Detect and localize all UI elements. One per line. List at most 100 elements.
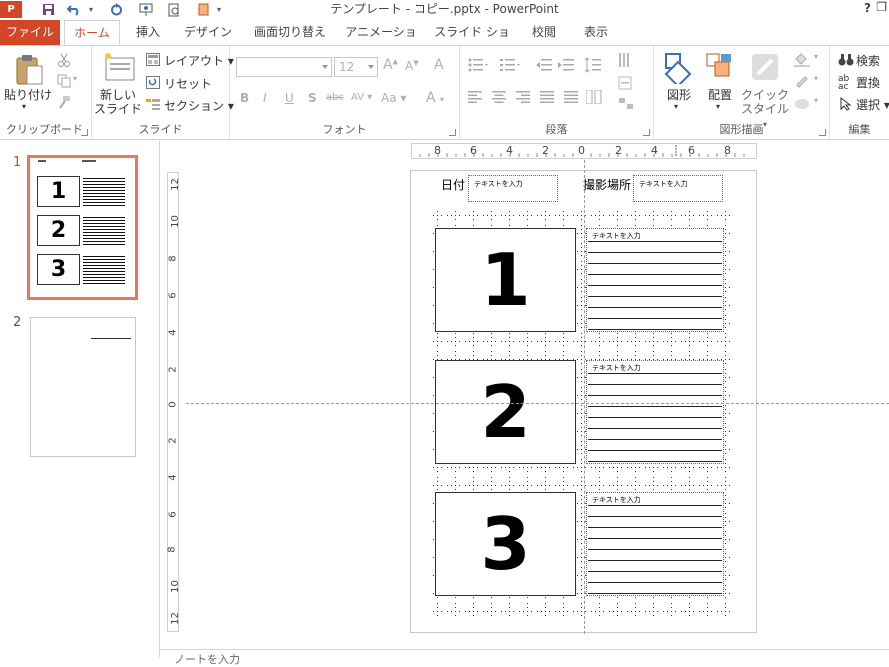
- shapes-dropdown-icon[interactable]: ▾: [674, 102, 678, 111]
- photo-box-3[interactable]: 3: [435, 492, 576, 596]
- arrange-button[interactable]: 配置: [700, 88, 740, 102]
- align-right-icon[interactable]: [516, 91, 530, 106]
- reset-button[interactable]: リセット: [164, 75, 212, 92]
- shape-effects-icon[interactable]: [794, 97, 810, 114]
- paste-dropdown-icon[interactable]: ▾: [22, 102, 26, 111]
- font-size-combo[interactable]: 12: [334, 57, 378, 77]
- font-launcher-icon[interactable]: [449, 129, 456, 136]
- paste-button[interactable]: 貼り付け: [4, 88, 52, 102]
- tab-insert[interactable]: 挿入: [130, 20, 166, 45]
- thumb-1-selection[interactable]: 1 2 3: [27, 155, 138, 300]
- find-button[interactable]: 検索: [856, 52, 880, 69]
- shadow-button[interactable]: S: [308, 91, 317, 105]
- vertical-guide[interactable]: [584, 160, 585, 634]
- shape-fill-dropdown-icon[interactable]: ▾: [814, 52, 818, 61]
- drawing-launcher-icon[interactable]: [819, 129, 826, 136]
- slide-thumbnail-pane[interactable]: 1 1 2 3 2: [0, 141, 160, 657]
- change-case-button[interactable]: Aa ▾: [381, 91, 406, 105]
- slide-thumbnail-2[interactable]: [30, 317, 136, 457]
- shape-outline-dropdown-icon[interactable]: ▾: [814, 74, 818, 83]
- tab-design[interactable]: デザイン: [180, 20, 236, 45]
- select-icon[interactable]: [840, 96, 852, 114]
- shrink-font-icon[interactable]: A▼: [405, 59, 419, 73]
- font-size-dropdown-icon[interactable]: [368, 65, 374, 69]
- tab-slideshow[interactable]: スライド ショー: [432, 20, 512, 64]
- shape-outline-icon[interactable]: [794, 75, 810, 92]
- slide-thumbnail-1[interactable]: 1 2 3: [30, 158, 135, 297]
- horizontal-ruler[interactable]: 8 6 4 2 0 2 4 6 8: [411, 143, 757, 159]
- numbering-icon[interactable]: [500, 58, 522, 75]
- quick-styles-button-line1[interactable]: クイック: [740, 88, 790, 102]
- font-color-button[interactable]: A ▾: [426, 90, 444, 106]
- align-center-icon[interactable]: [492, 91, 506, 106]
- reset-icon[interactable]: [146, 76, 160, 92]
- location-text-placeholder[interactable]: テキストを入力: [633, 175, 723, 202]
- paragraph-launcher-icon[interactable]: [643, 129, 650, 136]
- vertical-ruler[interactable]: 12 10 8 6 4 2 0 2 4 6 8 10 12: [167, 172, 181, 632]
- copy-icon[interactable]: [57, 74, 71, 91]
- distributed-icon[interactable]: [564, 91, 578, 106]
- tab-transitions[interactable]: 画面切り替え: [250, 20, 330, 45]
- date-label[interactable]: 日付: [441, 176, 465, 193]
- paste-icon[interactable]: [14, 54, 44, 89]
- align-left-icon[interactable]: [468, 91, 482, 106]
- clear-format-icon[interactable]: A: [434, 57, 444, 73]
- quick-styles-icon[interactable]: [750, 52, 780, 87]
- new-slide-icon[interactable]: [102, 52, 136, 87]
- tab-review[interactable]: 校閲: [526, 20, 562, 45]
- align-text-icon[interactable]: [618, 76, 636, 93]
- copy-dropdown-icon[interactable]: ▾: [73, 74, 77, 83]
- format-painter-icon[interactable]: [57, 95, 71, 112]
- section-button[interactable]: セクション ▾: [164, 97, 234, 114]
- justify-icon[interactable]: [540, 91, 554, 106]
- new-slide-button-line1[interactable]: 新しい: [92, 88, 144, 102]
- smartart-icon[interactable]: [618, 97, 636, 114]
- shapes-button[interactable]: 図形: [658, 88, 700, 102]
- photo-box-2[interactable]: 2: [435, 360, 576, 464]
- select-button[interactable]: 選択 ▾: [856, 96, 889, 113]
- ribbon-display-options-button[interactable]: ❐: [876, 0, 887, 14]
- shapes-icon[interactable]: [662, 52, 694, 88]
- bullets-icon[interactable]: [468, 58, 490, 75]
- find-icon[interactable]: [838, 53, 854, 70]
- italic-button[interactable]: I: [263, 91, 267, 105]
- section-icon[interactable]: [146, 98, 160, 114]
- increase-indent-icon[interactable]: [558, 58, 574, 75]
- layout-button[interactable]: レイアウト ▾: [164, 52, 234, 69]
- horizontal-guide[interactable]: [186, 403, 889, 404]
- char-spacing-button[interactable]: AV ▾: [351, 92, 372, 103]
- notes-lines-box-1[interactable]: テキストを入力: [586, 228, 724, 332]
- photo-box-1[interactable]: 1: [435, 228, 576, 332]
- grow-font-icon[interactable]: A▲: [383, 57, 398, 73]
- replace-icon[interactable]: ab ac: [838, 75, 849, 92]
- underline-button[interactable]: U: [285, 91, 294, 105]
- layout-icon[interactable]: [146, 53, 160, 69]
- date-text-placeholder[interactable]: テキストを入力: [468, 175, 558, 202]
- columns-icon[interactable]: [585, 89, 602, 107]
- notes-lines-box-2[interactable]: テキストを入力: [586, 360, 724, 464]
- notes-lines-box-3[interactable]: テキストを入力: [586, 492, 724, 596]
- notes-placeholder[interactable]: ノートを入力: [174, 651, 240, 667]
- font-name-dropdown-icon[interactable]: [322, 65, 328, 69]
- shape-fill-icon[interactable]: [794, 53, 810, 70]
- new-slide-button-line2[interactable]: スライド: [92, 102, 144, 116]
- strikethrough-button[interactable]: abc: [326, 92, 344, 103]
- arrange-icon[interactable]: [705, 52, 735, 85]
- decrease-indent-icon[interactable]: [536, 58, 552, 75]
- arrange-dropdown-icon[interactable]: ▾: [716, 102, 720, 111]
- help-button[interactable]: ?: [864, 1, 871, 15]
- bold-button[interactable]: B: [240, 91, 249, 105]
- tab-home[interactable]: ホーム: [64, 20, 120, 45]
- tab-animations[interactable]: アニメーション: [342, 20, 420, 64]
- replace-button[interactable]: 置換: [856, 74, 880, 91]
- font-name-combo[interactable]: [236, 57, 332, 77]
- location-label[interactable]: 撮影場所: [583, 176, 631, 193]
- line-spacing-icon[interactable]: [584, 57, 606, 76]
- tab-view[interactable]: 表示: [578, 20, 614, 45]
- shape-effects-dropdown-icon[interactable]: ▾: [814, 96, 818, 105]
- tab-file[interactable]: ファイル: [0, 20, 60, 45]
- notes-pane[interactable]: ノートを入力: [160, 649, 889, 666]
- clipboard-launcher-icon[interactable]: [81, 129, 88, 136]
- text-direction-icon[interactable]: [618, 52, 636, 71]
- cut-icon[interactable]: [57, 53, 71, 70]
